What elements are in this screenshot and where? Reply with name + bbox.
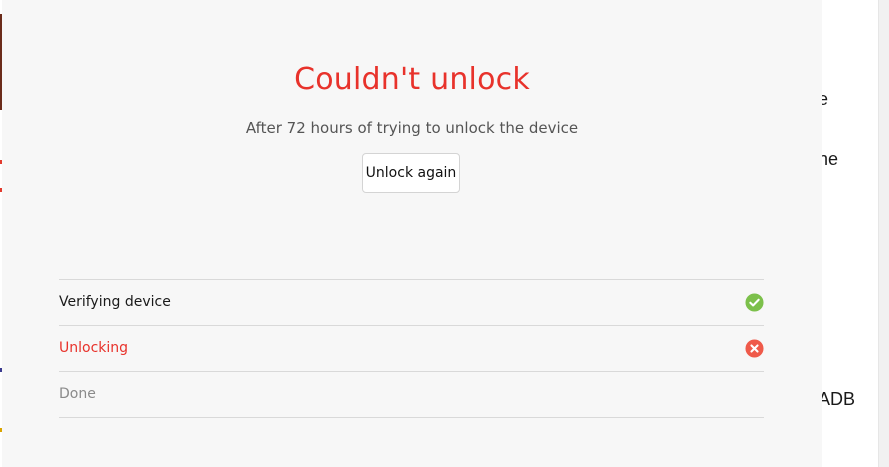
step-label: Verifying device: [59, 294, 171, 310]
step-label: Unlocking: [59, 340, 129, 356]
unlock-again-button[interactable]: Unlock again: [362, 153, 460, 193]
dialog-title: Couldn't unlock: [294, 62, 530, 97]
unlock-result-dialog: Couldn't unlock After 72 hours of trying…: [2, 0, 822, 467]
progress-steps-list: Verifying device Unlocking Done: [59, 279, 764, 418]
x-circle-icon: [745, 339, 764, 358]
screen: e ne ADB Couldn't unlock After 72 hours …: [0, 0, 889, 467]
background-text-fragment: ADB: [818, 389, 856, 409]
dialog-subtitle: After 72 hours of trying to unlock the d…: [245, 119, 579, 137]
step-verifying-device: Verifying device: [59, 280, 764, 326]
check-circle-icon: [745, 293, 764, 312]
step-unlocking: Unlocking: [59, 326, 764, 372]
background-scrollbar[interactable]: [878, 0, 889, 467]
step-done: Done: [59, 372, 764, 418]
step-label: Done: [59, 386, 96, 402]
